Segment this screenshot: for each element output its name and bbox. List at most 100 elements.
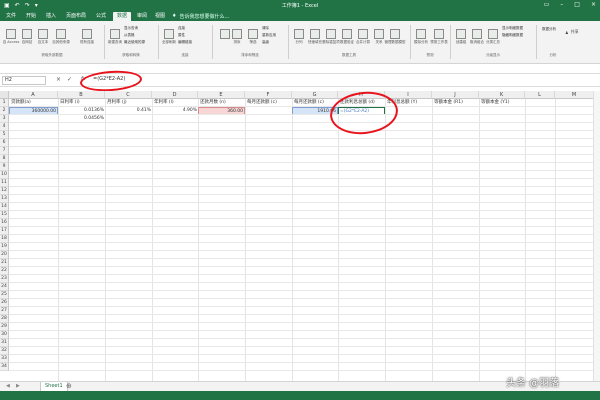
refresh-all-button[interactable]: 全部刷新 bbox=[162, 29, 176, 44]
data-analysis-button[interactable]: 数据分析 bbox=[542, 27, 556, 35]
forecast-sheet-button[interactable]: 预测工作表 bbox=[430, 29, 448, 44]
row-header[interactable]: 24 bbox=[0, 283, 9, 291]
column-header-d[interactable]: D bbox=[152, 91, 198, 99]
sort-button[interactable]: 排序 bbox=[232, 29, 242, 44]
tab-view[interactable]: 视图 bbox=[155, 12, 165, 21]
column-header-m[interactable]: M bbox=[555, 91, 594, 99]
worksheet-grid[interactable]: A B C D E F G H I J K L M 贷款额(a) 日利率 (i)… bbox=[0, 91, 600, 381]
what-if-analysis-button[interactable]: 模拟分析 bbox=[414, 29, 428, 44]
column-header-g[interactable]: G bbox=[292, 91, 338, 99]
row-header[interactable]: 5 bbox=[0, 131, 9, 139]
tab-review[interactable]: 审阅 bbox=[137, 12, 147, 21]
ribbon-display-icon[interactable]: ▭ bbox=[544, 1, 550, 8]
column-header-h[interactable]: H bbox=[338, 91, 385, 99]
add-sheet-icon[interactable]: ⊕ bbox=[66, 382, 72, 390]
row-header[interactable]: 2 bbox=[0, 107, 9, 115]
insert-function-icon[interactable]: fx bbox=[81, 76, 86, 82]
formula-input[interactable]: =(G2*E2-A2) bbox=[93, 76, 125, 82]
row-header[interactable]: 28 bbox=[0, 315, 9, 323]
name-box[interactable]: H2 bbox=[2, 76, 46, 85]
select-all-corner[interactable] bbox=[0, 91, 9, 99]
text-to-columns-button[interactable]: 分列 bbox=[294, 29, 304, 44]
row-header[interactable]: 12 bbox=[0, 187, 9, 195]
row-header[interactable]: 4 bbox=[0, 123, 9, 131]
flash-fill-button[interactable]: 快速填充 bbox=[308, 29, 322, 44]
row-header[interactable]: 32 bbox=[0, 347, 9, 355]
row-header[interactable]: 6 bbox=[0, 139, 9, 147]
row-header[interactable]: 20 bbox=[0, 251, 9, 259]
row-header[interactable]: 22 bbox=[0, 267, 9, 275]
subtotal-button[interactable]: 分类汇总 bbox=[486, 29, 500, 44]
row-header[interactable]: 27 bbox=[0, 307, 9, 315]
group-button[interactable]: 创建组 bbox=[456, 29, 466, 44]
advanced-filter-button[interactable]: 高级 bbox=[262, 40, 269, 48]
column-header-l[interactable]: L bbox=[525, 91, 555, 99]
column-header-e[interactable]: E bbox=[198, 91, 245, 99]
recent-sources-button[interactable]: 最近使用的源 bbox=[124, 40, 145, 48]
tab-insert[interactable]: 插入 bbox=[46, 12, 56, 21]
prev-sheet-icon[interactable]: ◀ bbox=[6, 383, 10, 389]
tell-me-box[interactable]: ♦ 告诉我您想要做什么... bbox=[172, 13, 229, 20]
tab-file[interactable]: 文件 bbox=[6, 12, 16, 21]
tab-home[interactable]: 开始 bbox=[26, 12, 36, 21]
minimize-icon[interactable]: – bbox=[560, 1, 563, 8]
row-header[interactable]: 18 bbox=[0, 235, 9, 243]
ungroup-button[interactable]: 取消组合 bbox=[470, 29, 484, 44]
consolidate-button[interactable]: 合并计算 bbox=[356, 29, 370, 44]
filter-button[interactable]: 筛选 bbox=[248, 29, 258, 44]
row-header[interactable]: 29 bbox=[0, 323, 9, 331]
row-header[interactable]: 31 bbox=[0, 339, 9, 347]
row-header[interactable]: 25 bbox=[0, 291, 9, 299]
row-header[interactable]: 14 bbox=[0, 203, 9, 211]
row-header[interactable]: 17 bbox=[0, 227, 9, 235]
row-header[interactable]: 19 bbox=[0, 243, 9, 251]
from-access-button[interactable]: 自 Access bbox=[3, 29, 19, 44]
tab-page-layout[interactable]: 页面布局 bbox=[66, 12, 86, 21]
data-validation-button[interactable]: 数据验证 bbox=[340, 29, 354, 44]
row-header[interactable]: 23 bbox=[0, 275, 9, 283]
from-text-button[interactable]: 自文本 bbox=[38, 29, 48, 44]
manage-data-model-button[interactable]: 管理数据模型 bbox=[385, 29, 406, 44]
tab-formulas[interactable]: 公式 bbox=[96, 12, 106, 21]
sort-az-button[interactable] bbox=[220, 29, 230, 39]
column-header-j[interactable]: J bbox=[432, 91, 479, 99]
from-other-sources-button[interactable]: 自其他来源 bbox=[52, 29, 70, 44]
from-web-button[interactable]: 自网站 bbox=[22, 29, 32, 44]
row-header[interactable]: 15 bbox=[0, 211, 9, 219]
column-header-k[interactable]: K bbox=[479, 91, 525, 99]
column-header-b[interactable]: B bbox=[58, 91, 105, 99]
row-header[interactable]: 33 bbox=[0, 355, 9, 363]
row-header[interactable]: 11 bbox=[0, 179, 9, 187]
new-query-button[interactable]: 新建查询 bbox=[108, 29, 122, 44]
row-header[interactable]: 7 bbox=[0, 147, 9, 155]
next-sheet-icon[interactable]: ▶ bbox=[16, 383, 20, 389]
column-header-a[interactable]: A bbox=[9, 91, 58, 99]
row-header[interactable]: 9 bbox=[0, 163, 9, 171]
tab-data[interactable]: 数据 bbox=[113, 12, 132, 21]
lightbulb-icon: ♦ bbox=[172, 13, 177, 19]
vertical-scrollbar[interactable] bbox=[593, 91, 600, 381]
column-header-i[interactable]: I bbox=[385, 91, 432, 99]
row-header[interactable]: 21 bbox=[0, 259, 9, 267]
row-header[interactable]: 16 bbox=[0, 219, 9, 227]
cancel-icon[interactable]: × bbox=[56, 76, 61, 83]
row-header[interactable]: 13 bbox=[0, 195, 9, 203]
column-header-f[interactable]: F bbox=[245, 91, 292, 99]
close-icon[interactable]: × bbox=[591, 1, 596, 8]
relationships-button[interactable]: 关系 bbox=[374, 29, 384, 44]
row-header[interactable]: 1 bbox=[0, 99, 9, 107]
row-header[interactable]: 30 bbox=[0, 331, 9, 339]
existing-connections-button[interactable]: 现有连接 bbox=[80, 29, 94, 44]
remove-duplicates-button[interactable]: 删除重复项 bbox=[322, 29, 340, 44]
row-header[interactable]: 3 bbox=[0, 115, 9, 123]
column-header-c[interactable]: C bbox=[105, 91, 152, 99]
row-header[interactable]: 8 bbox=[0, 155, 9, 163]
row-header[interactable]: 10 bbox=[0, 171, 9, 179]
maximize-icon[interactable]: □ bbox=[574, 1, 580, 8]
row-header[interactable]: 26 bbox=[0, 299, 9, 307]
edit-links-button[interactable]: 编辑链接 bbox=[178, 40, 192, 48]
enter-icon[interactable]: ✓ bbox=[67, 76, 72, 83]
share-button[interactable]: ♟ 共享 bbox=[565, 29, 579, 35]
row-header[interactable]: 34 bbox=[0, 363, 9, 371]
hide-detail-button[interactable]: 隐藏明细数据 bbox=[502, 33, 523, 41]
